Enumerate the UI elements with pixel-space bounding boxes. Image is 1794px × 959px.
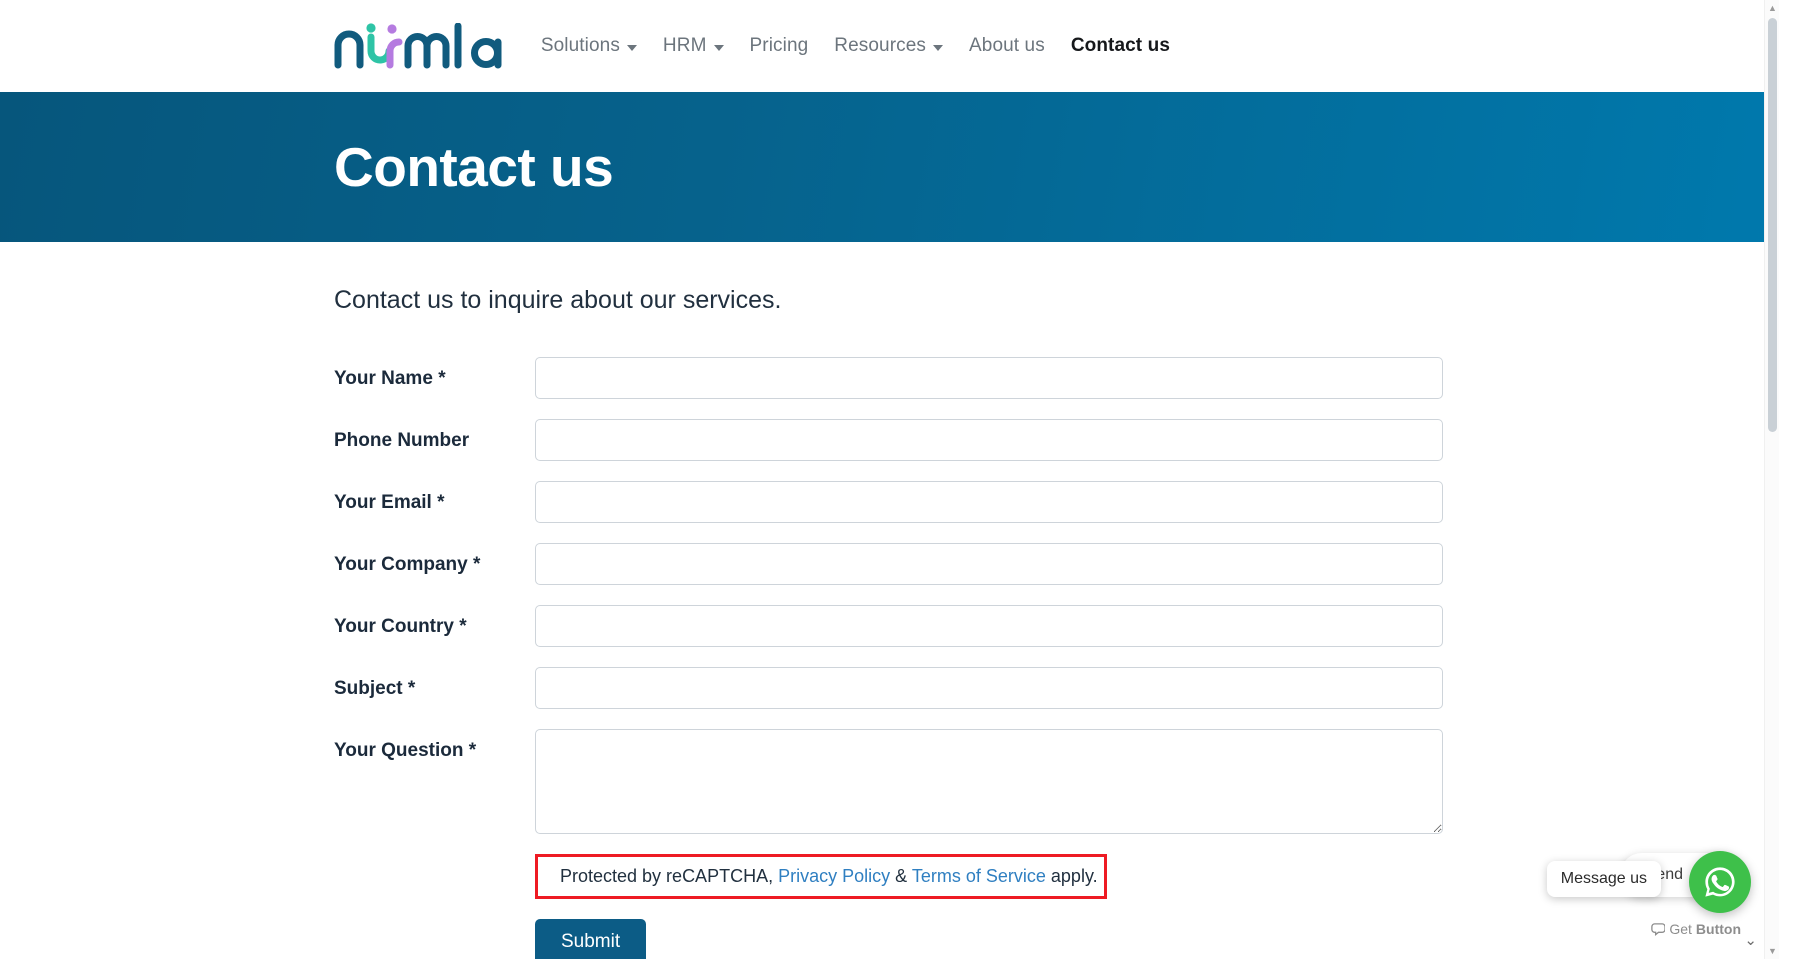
scrollbar-up-arrow-icon[interactable]: ▲ xyxy=(1765,0,1779,16)
label-your-country: Your Country * xyxy=(334,605,535,639)
input-your-company[interactable] xyxy=(535,543,1443,585)
scrollbar-thumb[interactable] xyxy=(1768,18,1777,432)
chat-bubble-icon xyxy=(1651,922,1666,936)
terms-of-service-link[interactable]: Terms of Service xyxy=(912,866,1046,886)
getbutton-suffix: Button xyxy=(1695,921,1741,937)
form-row-your-country: Your Country * xyxy=(334,605,1444,647)
input-your-name[interactable] xyxy=(535,357,1443,399)
input-phone-number[interactable] xyxy=(535,419,1443,461)
label-your-email: Your Email * xyxy=(334,481,535,515)
nav-label-contact-us: Contact us xyxy=(1070,35,1170,56)
site-logo[interactable] xyxy=(334,16,512,76)
nav-label-pricing: Pricing xyxy=(749,35,809,56)
input-subject[interactable] xyxy=(535,667,1443,709)
input-your-question[interactable] xyxy=(535,729,1443,834)
label-text-your-question: Your Question xyxy=(334,740,464,761)
required-marker: * xyxy=(473,554,481,575)
chevron-down-icon xyxy=(713,44,724,51)
chat-message-us-tooltip[interactable]: Message us xyxy=(1546,861,1661,897)
contact-form: Your Name * Phone Number Your Email * Yo… xyxy=(334,357,1444,959)
getbutton-prefix: Get xyxy=(1669,921,1692,937)
label-text-subject: Subject xyxy=(334,678,403,699)
required-marker: * xyxy=(437,492,445,513)
form-row-phone-number: Phone Number xyxy=(334,419,1444,461)
hero-banner: Contact us xyxy=(0,92,1779,242)
nav-label-about-us: About us xyxy=(969,35,1045,56)
nav-label-hrm: HRM xyxy=(662,35,707,56)
page-title: Contact us xyxy=(334,135,614,198)
required-marker: * xyxy=(459,616,467,637)
page-scrollbar[interactable]: ▲ ▼ xyxy=(1764,0,1779,959)
whatsapp-button[interactable] xyxy=(1689,851,1751,913)
recaptcha-notice-highlight: Protected by reCAPTCHA, Privacy Policy &… xyxy=(535,854,1107,899)
site-header: Solutions HRM Pricing Resources About us… xyxy=(0,0,1779,92)
chat-collapse-chevron-down-icon[interactable]: ⌄ xyxy=(1744,931,1757,949)
form-row-your-name: Your Name * xyxy=(334,357,1444,399)
whatsapp-icon xyxy=(1705,867,1735,897)
form-row-your-company: Your Company * xyxy=(334,543,1444,585)
label-text-phone-number: Phone Number xyxy=(334,430,470,451)
label-text-your-name: Your Name xyxy=(334,368,433,389)
main-navigation: Solutions HRM Pricing Resources About us… xyxy=(528,0,1779,92)
getbutton-branding[interactable]: Get Button xyxy=(1650,921,1741,937)
submit-button[interactable]: Submit xyxy=(535,919,647,959)
label-text-your-email: Your Email xyxy=(334,492,432,513)
label-your-question: Your Question * xyxy=(334,729,535,763)
required-marker: * xyxy=(438,368,446,389)
nav-label-resources: Resources xyxy=(834,35,926,56)
recaptcha-notice: Protected by reCAPTCHA, Privacy Policy &… xyxy=(560,866,1098,887)
label-subject: Subject * xyxy=(334,667,535,701)
nav-item-resources[interactable]: Resources xyxy=(821,27,956,65)
intro-text: Contact us to inquire about our services… xyxy=(334,286,782,314)
nav-item-solutions[interactable]: Solutions xyxy=(528,27,650,65)
label-your-name: Your Name * xyxy=(334,357,535,391)
recaptcha-separator: & xyxy=(895,866,908,886)
nav-item-hrm[interactable]: HRM xyxy=(650,27,737,65)
form-row-your-question: Your Question * xyxy=(334,729,1444,834)
privacy-policy-link[interactable]: Privacy Policy xyxy=(778,866,890,886)
required-marker: * xyxy=(468,740,477,761)
recaptcha-prefix-text: Protected by reCAPTCHA, xyxy=(560,866,774,886)
label-your-company: Your Company * xyxy=(334,543,535,577)
input-your-email[interactable] xyxy=(535,481,1443,523)
input-your-country[interactable] xyxy=(535,605,1443,647)
form-row-your-email: Your Email * xyxy=(334,481,1444,523)
scrollbar-down-arrow-icon[interactable]: ▼ xyxy=(1765,943,1779,959)
required-marker: * xyxy=(407,678,416,699)
nav-item-about-us[interactable]: About us xyxy=(956,27,1058,65)
chevron-down-icon xyxy=(933,44,943,51)
chat-widget: ckend Message us Get Button ⌄ xyxy=(1507,839,1757,949)
chat-tooltip-label: Message us xyxy=(1560,870,1647,887)
nav-item-contact-us[interactable]: Contact us xyxy=(1058,27,1183,65)
numla-logo-icon xyxy=(334,23,502,69)
form-row-subject: Subject * xyxy=(334,667,1444,709)
label-text-your-company: Your Company xyxy=(334,554,468,575)
label-text-your-country: Your Country xyxy=(334,616,454,637)
nav-item-pricing[interactable]: Pricing xyxy=(737,27,822,65)
recaptcha-suffix-text: apply. xyxy=(1050,866,1098,886)
chevron-down-icon xyxy=(626,44,637,51)
nav-label-solutions: Solutions xyxy=(540,35,620,56)
label-phone-number: Phone Number xyxy=(334,419,535,453)
submit-row: Submit xyxy=(535,919,1444,959)
page-root: Solutions HRM Pricing Resources About us… xyxy=(0,0,1779,959)
